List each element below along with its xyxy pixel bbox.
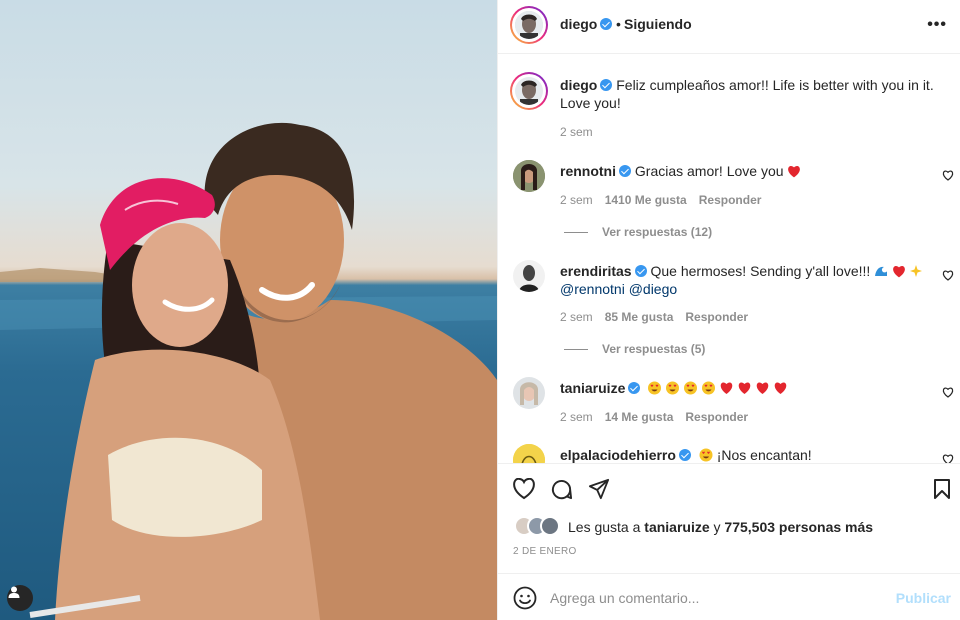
red-heart-emoji-icon bbox=[788, 165, 801, 178]
reply-button[interactable]: Responder bbox=[699, 193, 762, 207]
verified-icon bbox=[600, 18, 613, 30]
heart-eyes-emoji-icon bbox=[666, 381, 680, 395]
post-actions: Les gusta a taniaruize y 775,503 persona… bbox=[498, 463, 960, 573]
share-paper-plane-icon[interactable] bbox=[588, 478, 610, 500]
comment-text: taniaruize bbox=[560, 379, 946, 397]
comment-input[interactable] bbox=[550, 586, 880, 610]
red-heart-emoji-icon bbox=[893, 265, 905, 278]
red-heart-emoji-icon bbox=[756, 382, 769, 394]
avatar-image bbox=[513, 160, 545, 192]
comment-body: ¡Nos encantan! bbox=[716, 447, 812, 463]
avatar-image bbox=[513, 377, 545, 409]
user-tags-button[interactable] bbox=[7, 585, 33, 611]
like-comment-heart-icon[interactable] bbox=[942, 387, 954, 398]
sparkles-emoji-icon bbox=[909, 265, 922, 277]
liker-avatar bbox=[540, 516, 560, 536]
comment-text: elpalaciodehierro ¡Nos encantan! bbox=[560, 446, 946, 463]
caption-avatar-image bbox=[515, 77, 543, 105]
more-options-icon[interactable]: ••• bbox=[927, 16, 947, 34]
view-replies-button[interactable]: Ver respuestas (12) bbox=[564, 225, 712, 239]
comment-avatar[interactable] bbox=[513, 444, 545, 463]
comment-time: 2 sem bbox=[560, 410, 593, 424]
like-comment-heart-icon[interactable] bbox=[942, 454, 954, 463]
verified-icon bbox=[628, 382, 641, 394]
comment-time: 2 sem bbox=[560, 310, 593, 324]
publish-button[interactable]: Publicar bbox=[896, 590, 951, 606]
comment-meta: 2 sem 1410 Me gusta Responder bbox=[560, 193, 761, 207]
comment-body: Gracias amor! Love you bbox=[634, 163, 784, 179]
comment-bubble-icon[interactable] bbox=[550, 478, 573, 501]
view-replies-button[interactable]: Ver respuestas (5) bbox=[564, 342, 705, 356]
caption-body: Feliz cumpleaños amor!! Life is better w… bbox=[560, 77, 934, 111]
comment-meta: 2 sem 85 Me gusta Responder bbox=[560, 310, 748, 324]
comment-composer: Publicar bbox=[498, 573, 960, 620]
comment-time: 2 sem bbox=[560, 193, 593, 207]
photo-image bbox=[0, 122, 497, 620]
caption-time: 2 sem bbox=[560, 125, 593, 139]
post-header: diego • Siguiendo ••• bbox=[498, 0, 960, 54]
verified-icon bbox=[619, 165, 631, 177]
post-sidebar: diego • Siguiendo ••• diego Feliz cumple… bbox=[497, 0, 960, 620]
red-heart-emoji-icon bbox=[720, 382, 733, 394]
caption-text: diego Feliz cumpleaños amor!! Life is be… bbox=[560, 76, 946, 112]
caption-avatar[interactable] bbox=[510, 72, 548, 110]
comment-username[interactable]: erendiritas bbox=[560, 263, 632, 279]
separator-dot: • bbox=[616, 16, 621, 32]
likes-prefix: Les gusta a bbox=[568, 519, 641, 535]
liker-avatars[interactable] bbox=[514, 516, 564, 538]
verified-icon bbox=[634, 265, 647, 277]
author-avatar[interactable] bbox=[510, 6, 548, 44]
avatar-image bbox=[513, 260, 545, 292]
heart-eyes-emoji-icon bbox=[702, 381, 716, 395]
wave-emoji-icon bbox=[875, 266, 888, 276]
likes-count[interactable]: 775,503 personas más bbox=[724, 519, 873, 535]
comment-likes[interactable]: 14 Me gusta bbox=[605, 410, 674, 424]
verified-icon bbox=[678, 449, 691, 461]
author-avatar-image bbox=[515, 11, 543, 39]
comment-meta: 2 sem 14 Me gusta Responder bbox=[560, 410, 748, 424]
following-button[interactable]: Siguiendo bbox=[624, 16, 692, 32]
like-heart-icon[interactable] bbox=[512, 478, 536, 500]
comment-likes[interactable]: 1410 Me gusta bbox=[605, 193, 687, 207]
like-comment-heart-icon[interactable] bbox=[942, 270, 954, 281]
avatar-image bbox=[513, 444, 545, 463]
comment-emoji-row bbox=[644, 380, 788, 396]
heart-eyes-emoji-icon bbox=[684, 381, 698, 395]
comment-avatar[interactable] bbox=[513, 160, 545, 192]
heart-eyes-emoji-icon bbox=[648, 381, 662, 395]
reply-button[interactable]: Responder bbox=[685, 310, 748, 324]
likes-user[interactable]: taniaruize bbox=[644, 519, 709, 535]
comment-username[interactable]: taniaruize bbox=[560, 380, 625, 396]
red-heart-emoji-icon bbox=[738, 382, 751, 394]
likes-summary[interactable]: Les gusta a taniaruize y 775,503 persona… bbox=[568, 519, 873, 535]
caption-username[interactable]: diego bbox=[560, 77, 597, 93]
reply-button[interactable]: Responder bbox=[685, 410, 748, 424]
comment-avatar[interactable] bbox=[513, 377, 545, 409]
like-comment-heart-icon[interactable] bbox=[942, 170, 954, 181]
post-photo[interactable] bbox=[0, 0, 497, 620]
comment-text: rennotni Gracias amor! Love you bbox=[560, 162, 946, 180]
comment-likes[interactable]: 85 Me gusta bbox=[605, 310, 674, 324]
heart-eyes-emoji-icon bbox=[699, 448, 713, 462]
verified-icon bbox=[600, 79, 613, 91]
save-bookmark-icon[interactable] bbox=[933, 478, 951, 500]
comment-username[interactable]: elpalaciodehierro bbox=[560, 447, 676, 463]
comment-mentions[interactable]: @rennotni @diego bbox=[560, 281, 677, 297]
comment-username[interactable]: rennotni bbox=[560, 163, 616, 179]
user-icon bbox=[8, 586, 20, 598]
red-heart-emoji-icon bbox=[774, 382, 787, 394]
comments-list[interactable]: diego Feliz cumpleaños amor!! Life is be… bbox=[498, 55, 960, 463]
emoji-picker-icon[interactable] bbox=[513, 586, 537, 610]
comment-body: Que hermoses! Sending y'all love!!! bbox=[650, 263, 871, 279]
comment-avatar[interactable] bbox=[513, 260, 545, 292]
comment-text: erendiritas Que hermoses! Sending y'all … bbox=[560, 262, 946, 298]
author-username[interactable]: diego bbox=[560, 16, 613, 32]
post-date[interactable]: 2 DE ENERO bbox=[513, 546, 577, 557]
likes-joiner: y bbox=[713, 519, 721, 535]
